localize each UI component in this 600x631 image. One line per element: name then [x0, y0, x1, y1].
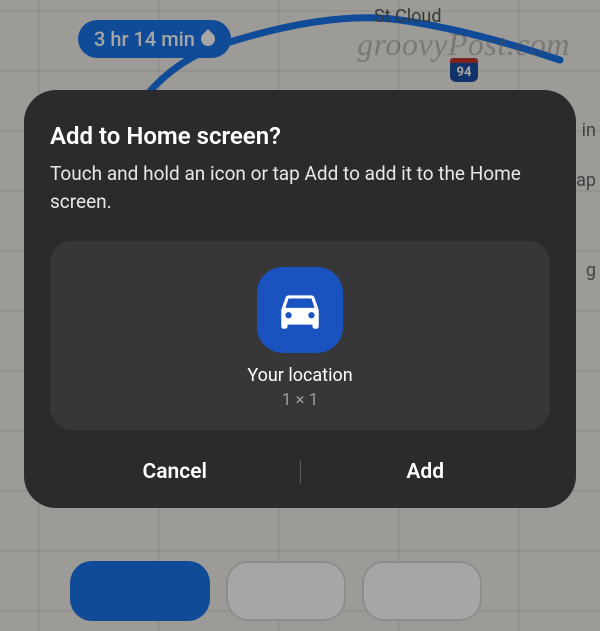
shortcut-label: Your location — [70, 365, 530, 386]
dialog-subtitle: Touch and hold an icon or tap Add to add… — [50, 160, 550, 215]
shortcut-preview[interactable]: Your location 1 × 1 — [50, 241, 550, 430]
car-icon — [257, 267, 343, 353]
cancel-button[interactable]: Cancel — [50, 436, 300, 508]
shortcut-size: 1 × 1 — [70, 390, 530, 410]
dialog-actions: Cancel Add — [50, 436, 550, 508]
dialog-title: Add to Home screen? — [50, 122, 550, 150]
add-button[interactable]: Add — [301, 436, 551, 508]
add-to-home-dialog: Add to Home screen? Touch and hold an ic… — [24, 90, 576, 508]
